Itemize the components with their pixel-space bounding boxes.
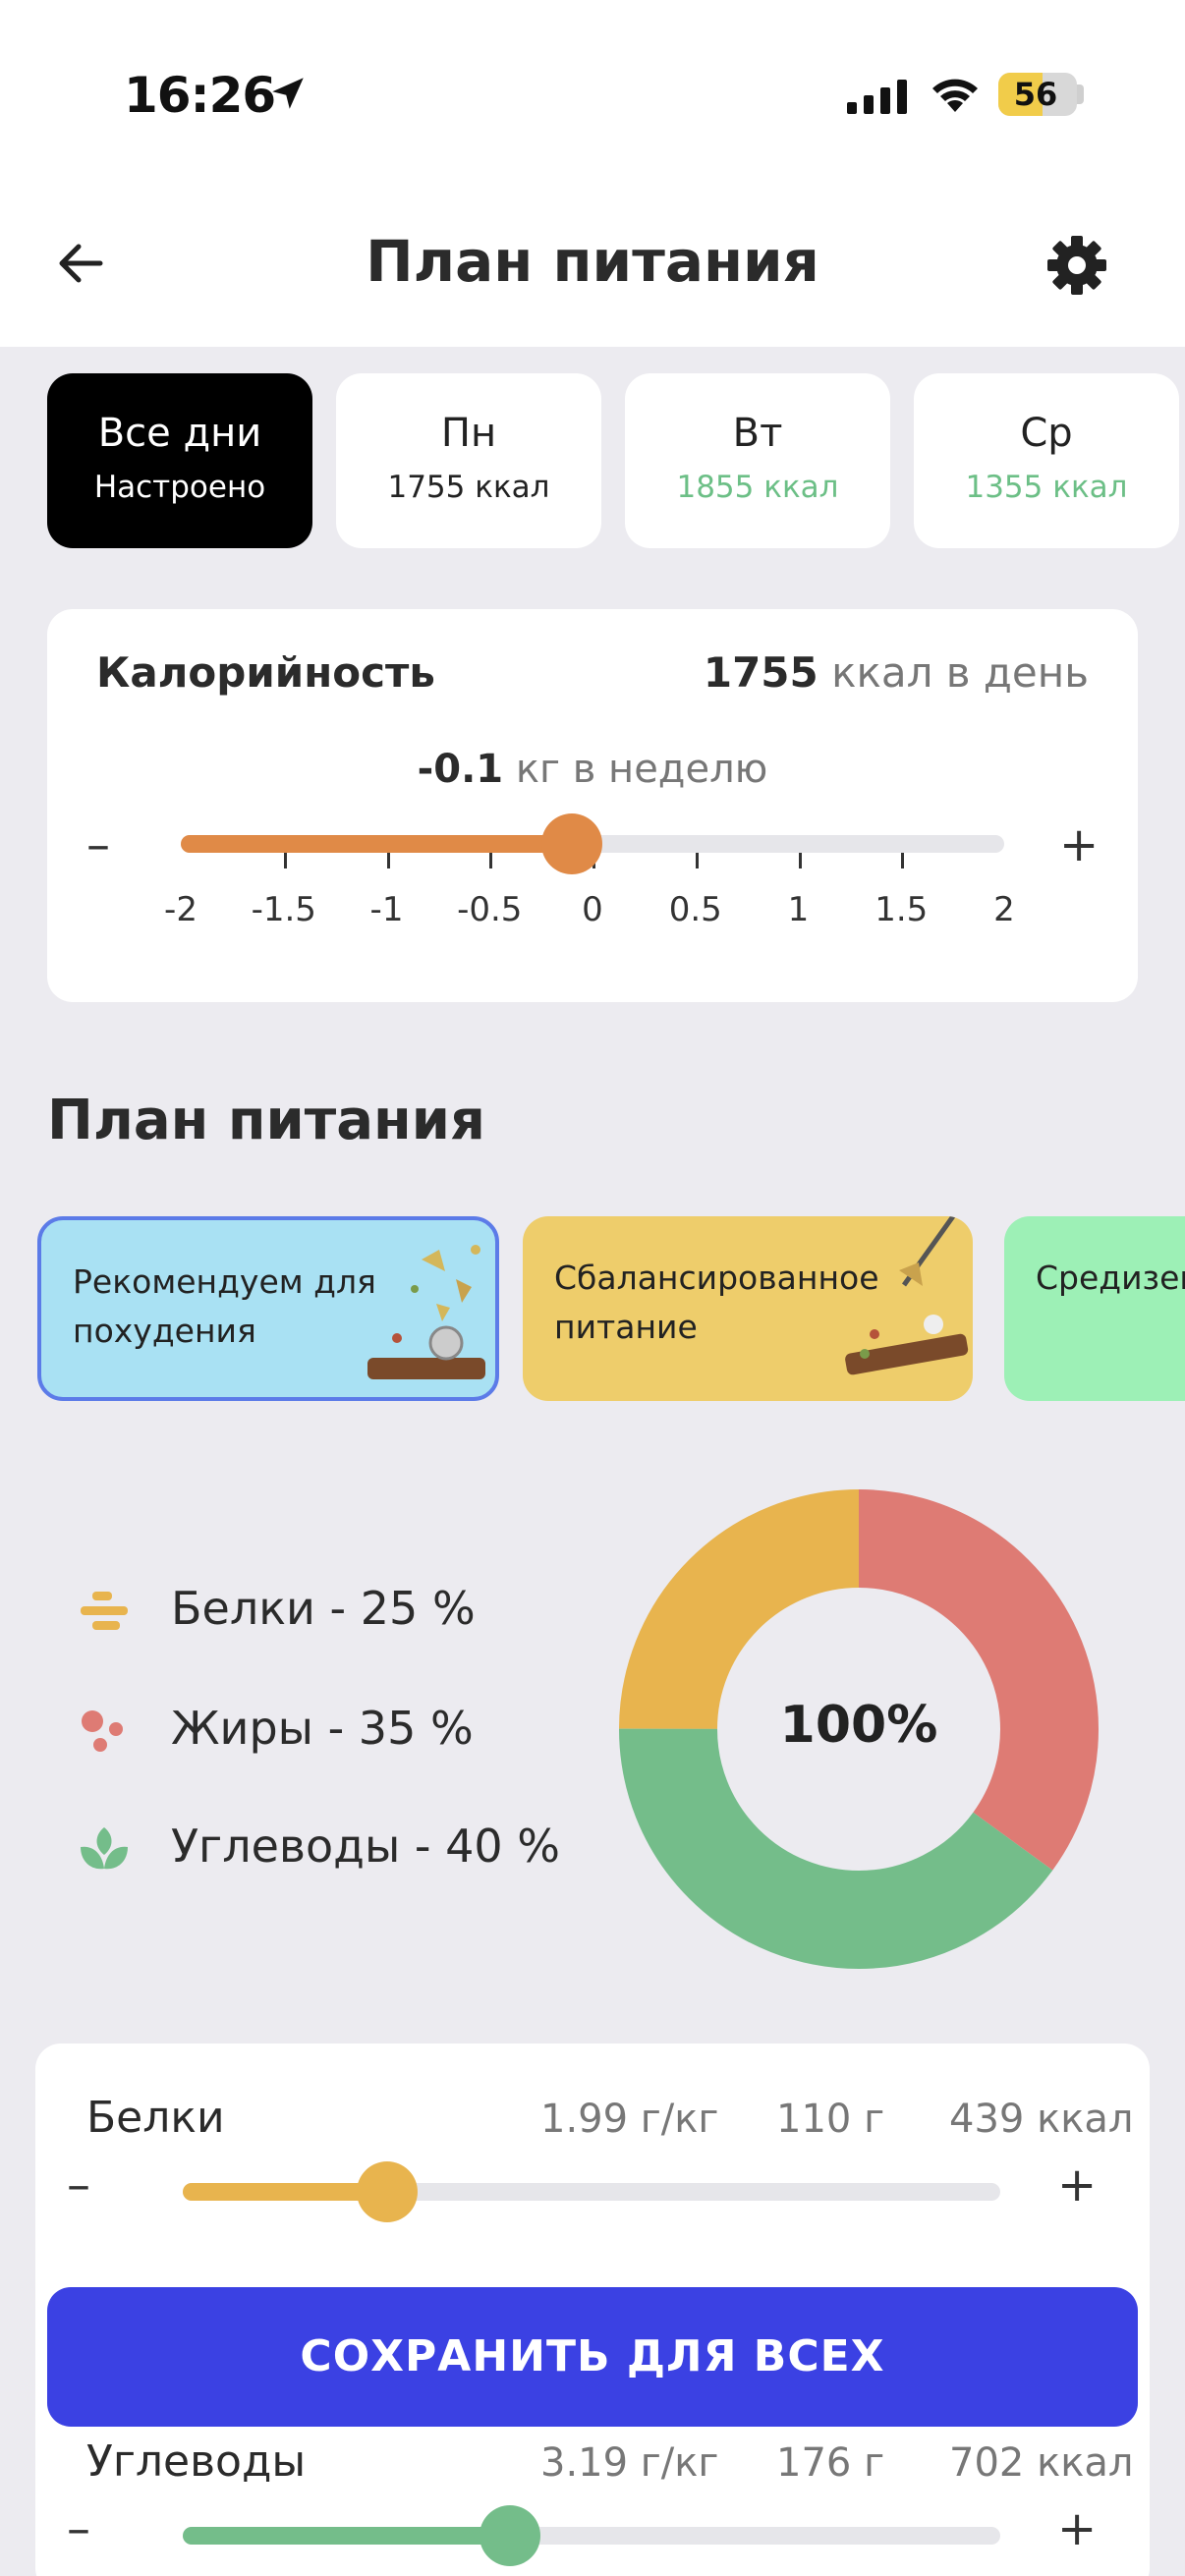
slider-tick-label: -1 [369, 890, 404, 929]
day-tab-label: Вт [732, 411, 783, 456]
save-for-all-button[interactable]: СОХРАНИТЬ ДЛЯ ВСЕХ [47, 2287, 1138, 2427]
weekly-change: -0.1 кг в неделю [47, 747, 1138, 792]
slider-tick [901, 853, 905, 868]
page-title: План питания [366, 228, 819, 295]
macro-minus-button[interactable]: – [67, 2161, 90, 2209]
day-tab-sub: 1855 ккал [676, 470, 839, 505]
slider-tick [489, 853, 493, 868]
status-time: 16:26 [124, 67, 276, 124]
donut-center-label: 100% [779, 1696, 938, 1755]
calorie-plus-button[interactable]: + [1059, 821, 1099, 868]
day-tab-label: Ср [1020, 411, 1073, 456]
slider-tick-label: 1 [787, 890, 810, 929]
calorie-card: Калорийность 1755 ккал в день -0.1 кг в … [47, 609, 1138, 1002]
fat-drops-icon [82, 1710, 123, 1752]
plan-card-mediterranean[interactable]: Средизем диета [1004, 1216, 1185, 1401]
calorie-unit: ккал в день [831, 648, 1089, 697]
macro-per-kg: 3.19 г/кг [540, 2440, 719, 2486]
wifi-icon [932, 79, 978, 112]
day-tab-sub: 1755 ккал [387, 470, 550, 505]
macro-minus-button[interactable]: – [67, 2505, 90, 2552]
calorie-slider-fill [181, 835, 573, 853]
macro-plus-button[interactable]: + [1057, 2161, 1097, 2209]
weekly-unit: кг в неделю [515, 747, 768, 792]
day-tab-mon[interactable]: Пн 1755 ккал [336, 373, 601, 548]
slider-tick-label: -1.5 [251, 890, 316, 929]
macro-per-kg: 1.99 г/кг [540, 2097, 719, 2142]
macro-grams: 110 г [776, 2097, 885, 2142]
weekly-value: -0.1 [417, 747, 504, 792]
slider-tick-label: 2 [993, 890, 1015, 929]
day-tab-wed[interactable]: Ср 1355 ккал [914, 373, 1179, 548]
battery-icon: 56 [998, 73, 1077, 116]
calorie-slider-knob[interactable] [541, 813, 603, 874]
slider-tick-label: -0.5 [457, 890, 523, 929]
macro-name: Белки [86, 2093, 225, 2143]
location-arrow-icon [272, 78, 304, 109]
slider-tick-label: 0 [582, 890, 603, 929]
legend-carbs-label: Углеводы - 40 % [171, 1820, 560, 1873]
macro-slider[interactable] [183, 2161, 1000, 2222]
slider-tick [798, 853, 802, 868]
macro-kcal: 439 ккал [949, 2097, 1134, 2142]
macro-plus-button[interactable]: + [1057, 2505, 1097, 2552]
leaf-icon [81, 1827, 128, 1870]
day-tab-sub: Настроено [93, 470, 266, 505]
plan-card-balanced[interactable]: Сбалансированное питание [523, 1216, 973, 1401]
macro-slider-fill [183, 2527, 510, 2545]
battery-level: 56 [1013, 76, 1058, 113]
macro-slider[interactable] [183, 2505, 1000, 2566]
food-illustration-icon [845, 1216, 969, 1375]
calorie-value: 1755 [703, 648, 818, 697]
macro-slider-knob[interactable] [357, 2161, 418, 2222]
legend-fat-label: Жиры - 35 % [171, 1702, 474, 1755]
calorie-minus-button[interactable]: – [86, 821, 110, 868]
calorie-slider[interactable]: -2 -1.5 -1 -0.5 0 0.5 1 1.5 2 [164, 813, 1015, 929]
calorie-title: Калорийность [96, 648, 435, 697]
macro-grams: 176 г [776, 2440, 885, 2486]
macro-slider-knob[interactable] [479, 2505, 540, 2566]
day-tab-tue[interactable]: Вт 1855 ккал [625, 373, 890, 548]
slider-tick [283, 853, 287, 868]
battery-cap [1077, 84, 1084, 104]
day-tab-sub: 1355 ккал [965, 470, 1128, 505]
food-illustration-icon [367, 1245, 485, 1379]
day-tab-label: Пн [440, 411, 497, 456]
plan-card-weight-loss[interactable]: Рекомендуем для похудения [37, 1216, 499, 1401]
plan-card-label: Средизем диета [1036, 1259, 1185, 1297]
slider-tick-label: 1.5 [875, 890, 929, 929]
slider-tick [695, 853, 699, 868]
protein-icon [81, 1592, 128, 1630]
macro-name: Углеводы [86, 2436, 307, 2487]
macro-kcal: 702 ккал [949, 2440, 1134, 2486]
header-area: 16:26 56 План питания [0, 0, 1185, 347]
day-tab-all[interactable]: Все дни Настроено [47, 373, 312, 548]
slider-tick [386, 853, 390, 868]
plan-section-title: План питания [47, 1089, 485, 1152]
slider-tick-label: 0.5 [668, 890, 722, 929]
calorie-per-day: 1755 ккал в день [704, 648, 1089, 697]
legend-protein-label: Белки - 25 % [171, 1582, 476, 1635]
gear-icon[interactable] [1045, 234, 1108, 297]
day-tab-label: Все дни [97, 411, 262, 456]
signal-icon [847, 80, 907, 114]
slider-tick-label: -2 [164, 890, 198, 929]
